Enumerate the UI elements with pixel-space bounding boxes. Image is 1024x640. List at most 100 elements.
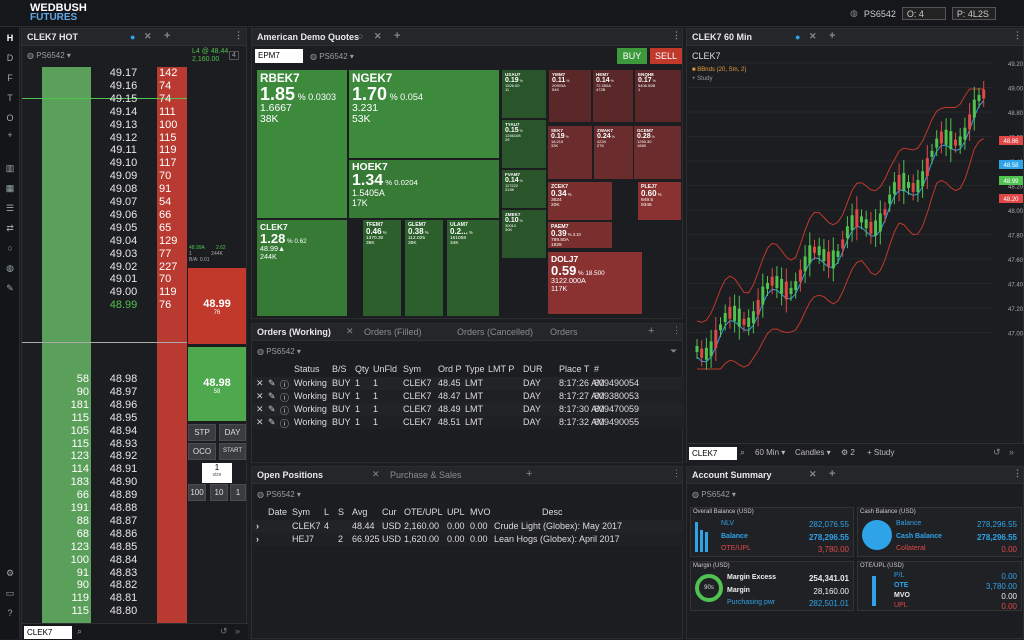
ladder-ask-size[interactable]: 74 <box>157 80 187 93</box>
qty-badge[interactable]: 4 <box>229 51 239 60</box>
oco-button[interactable]: OCO <box>188 443 216 460</box>
link-dot-icon[interactable]: ● <box>795 32 800 42</box>
menu-icon[interactable]: ⋮ <box>1013 468 1022 479</box>
order-info-icon[interactable]: ⓘ <box>280 417 289 430</box>
filter-icon[interactable]: ⏷ <box>670 346 677 357</box>
quotes-symbol-input[interactable]: EPM7 <box>255 49 303 63</box>
add-icon[interactable]: + <box>648 325 654 337</box>
transfer-icon[interactable]: ⇄ <box>4 222 16 234</box>
ladder-ask-size[interactable]: 119 <box>157 286 187 299</box>
ladder-bid-size[interactable]: 191 <box>42 502 91 515</box>
forward-icon[interactable]: » <box>235 626 240 636</box>
heatmap-tile[interactable]: YMM7 0.11 % 20903A 54K <box>548 69 592 123</box>
menu-icon[interactable]: ⋮ <box>672 468 681 479</box>
reset-icon[interactable]: ↺ <box>220 626 228 637</box>
ladder-bid-row[interactable]: 90 48.97 <box>22 386 187 399</box>
ladder-bid-size[interactable]: 115 <box>42 438 91 451</box>
ladder-ask-size[interactable]: 129 <box>157 235 187 248</box>
add-icon[interactable]: + <box>526 468 532 480</box>
tab-orders-cancelled[interactable]: Orders (Cancelled) <box>457 327 533 337</box>
positions-count-box[interactable]: P: 4L2S <box>951 7 996 20</box>
add-icon[interactable]: + <box>394 30 400 42</box>
ladder-ask-size[interactable]: 91 <box>157 183 187 196</box>
ladder-ask-size[interactable]: 119 <box>157 144 187 157</box>
ladder-ask-size[interactable]: 100 <box>157 119 187 132</box>
tab-open-positions[interactable]: Open Positions <box>257 470 323 480</box>
heatmap-tile[interactable]: DOLJ7 0.59 % 18.500 3122.000A 117K <box>547 251 643 315</box>
ladder-bid-row[interactable]: 66 48.89 <box>22 489 187 502</box>
ladder-bid-row[interactable]: 58 48.98 <box>22 373 187 386</box>
ladder-ask-row[interactable]: 49.10 117 <box>22 157 187 170</box>
ladder-bid-size[interactable]: 105 <box>42 425 91 438</box>
positions-header[interactable]: MVO <box>470 507 491 517</box>
account-id[interactable]: PS6542 <box>864 9 896 19</box>
sell-button[interactable]: 48.99 76 <box>188 268 246 344</box>
orders-count-box[interactable]: O: 4 <box>901 7 946 20</box>
search-icon[interactable]: ⌕ <box>740 447 745 458</box>
ladder-bid-row[interactable]: 191 48.88 <box>22 502 187 515</box>
help-icon[interactable]: ? <box>4 607 16 619</box>
ladder-ask-row[interactable]: 49.08 91 <box>22 183 187 196</box>
day-button[interactable]: DAY <box>219 424 246 441</box>
ladder-ask-row[interactable]: 49.06 66 <box>22 209 187 222</box>
ladder-ask-row[interactable]: 49.09 70 <box>22 170 187 183</box>
heatmap-tile[interactable]: SEK7 0.19 % 18.215 33K <box>547 125 593 180</box>
ladder-ask-size[interactable]: 54 <box>157 196 187 209</box>
ladder-ask-size[interactable]: 66 <box>157 209 187 222</box>
close-icon[interactable]: ✕ <box>372 469 380 480</box>
ladder-bid-size[interactable]: 181 <box>42 399 91 412</box>
heatmap-tile[interactable]: NGEK7 1.70 % 0.054 3.231 53K <box>348 69 500 159</box>
ladder-bid-row[interactable]: 123 48.85 <box>22 541 187 554</box>
close-icon[interactable]: ✕ <box>809 31 817 42</box>
chart-icon[interactable]: ▥ <box>4 162 16 174</box>
account-selector[interactable]: ◍ PS6542 ▾ <box>692 490 736 499</box>
heatmap-tile[interactable]: ENQH8 0.17 % 5406.50B 1 <box>634 69 682 123</box>
chart-style-select[interactable]: Candles ▾ <box>795 448 831 457</box>
orders-account[interactable]: ◍ PS6542 ▾ <box>257 347 301 356</box>
ladder-ask-row[interactable]: 49.04 129 <box>22 235 187 248</box>
ladder-bid-size[interactable]: 123 <box>42 450 91 463</box>
ladder-bid-row[interactable]: 183 48.90 <box>22 476 187 489</box>
stp-button[interactable]: STP <box>188 424 216 441</box>
edit-order-icon[interactable]: ✎ <box>268 391 276 402</box>
nav-t[interactable]: T <box>4 92 16 104</box>
ladder-bid-size[interactable]: 66 <box>42 489 91 502</box>
heatmap-tile[interactable]: ZCEK7 0.34 % 3624 20K <box>547 181 613 221</box>
orders-header[interactable]: Ord P <box>438 364 462 374</box>
edit-order-icon[interactable]: ✎ <box>268 404 276 415</box>
ladder-ask-row[interactable]: 49.14 111 <box>22 106 187 119</box>
orders-header[interactable]: B/S <box>332 364 347 374</box>
quote-sell-button[interactable]: SELL <box>650 48 682 64</box>
ladder-ask-row[interactable]: 49.05 65 <box>22 222 187 235</box>
nav-o[interactable]: O <box>4 112 16 124</box>
ladder-ask-row[interactable]: 49.01 70 <box>22 273 187 286</box>
ladder-bid-size[interactable]: 90 <box>42 579 91 592</box>
ladder-bid-row[interactable]: 114 48.91 <box>22 463 187 476</box>
link-dot-icon[interactable]: ● <box>130 32 135 42</box>
nav-add[interactable]: + <box>4 129 16 141</box>
ladder-bid-size[interactable]: 114 <box>42 463 91 476</box>
qty-10-button[interactable]: 10 <box>210 484 228 501</box>
qty-input[interactable]: 1 size <box>202 463 232 483</box>
ladder-bid-row[interactable]: 100 48.84 <box>22 554 187 567</box>
heatmap-tile[interactable]: ZWAK7 0.24 % 4234 27K <box>593 125 638 180</box>
add-icon[interactable]: + <box>829 30 835 42</box>
forward-icon[interactable]: » <box>1009 447 1014 457</box>
orders-header[interactable]: UnFld <box>373 364 397 374</box>
ladder-bid-size[interactable]: 68 <box>42 528 91 541</box>
orders-header[interactable]: DUR <box>523 364 543 374</box>
tab-purchase-sales[interactable]: Purchase & Sales <box>390 470 462 480</box>
ladder-ask-size[interactable]: 74 <box>157 93 187 106</box>
close-icon[interactable]: ✕ <box>374 31 382 42</box>
ladder-bid-row[interactable]: 115 48.80 <box>22 605 187 618</box>
add-icon[interactable]: + <box>829 468 835 480</box>
ladder-ask-size[interactable]: 111 <box>157 106 187 119</box>
ladder-ask-row[interactable]: 49.07 54 <box>22 196 187 209</box>
grid-icon[interactable]: ▦ <box>4 182 16 194</box>
monitor-icon[interactable]: ▭ <box>4 587 16 599</box>
heatmap-tile[interactable]: FVAM7 0.14 % 117222 319K <box>501 169 547 209</box>
ladder-ask-row[interactable]: 49.13 100 <box>22 119 187 132</box>
orders-header[interactable]: Status <box>294 364 320 374</box>
ladder-bid-row[interactable]: 119 48.81 <box>22 592 187 605</box>
menu-icon[interactable]: ⋮ <box>672 30 681 41</box>
